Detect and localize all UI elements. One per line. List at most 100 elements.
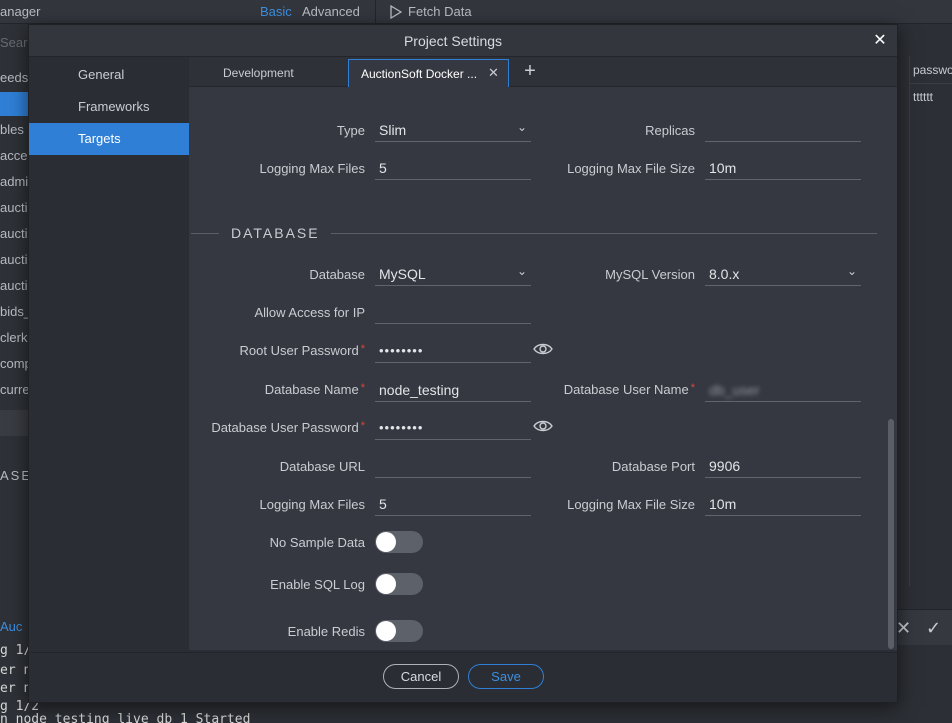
root-user-password-input[interactable]: •••••••• [375, 337, 531, 363]
nav-item-targets[interactable]: Targets [29, 123, 189, 155]
type-label: Type [336, 123, 365, 138]
root-user-password-label: Root User Password * [240, 343, 366, 358]
bg-sidebar-item[interactable]: clerk [0, 330, 27, 345]
enable-sql-log-label: Enable SQL Log [270, 577, 365, 592]
toggle-knob [376, 574, 396, 594]
required-marker: * [360, 382, 365, 394]
bg-sidebar-item[interactable]: aucti [0, 278, 27, 293]
database-user-name-input[interactable]: db_user [705, 376, 861, 402]
database-user-password-input[interactable]: •••••••• [375, 414, 531, 440]
database-user-name-label: Database User Name * [564, 382, 695, 397]
required-marker: * [360, 420, 365, 432]
enable-redis-toggle[interactable] [375, 620, 423, 642]
no-sample-data-label: No Sample Data [269, 535, 365, 550]
logging-max-files-input[interactable]: 5 [375, 154, 531, 180]
fetch-data-label: Fetch Data [408, 4, 472, 19]
db-logging-max-file-size-input[interactable]: 10m [705, 490, 861, 516]
mode-basic-tab[interactable]: Basic [260, 4, 292, 19]
toggle-knob [376, 532, 396, 552]
db-logging-max-file-size-label: Logging Max File Size [567, 497, 695, 512]
toolbar-divider [375, 0, 376, 24]
database-url-label: Database URL [279, 459, 365, 474]
section-divider [331, 233, 877, 234]
db-logging-max-files-label: Logging Max Files [259, 497, 366, 512]
section-divider [191, 233, 219, 234]
eye-icon[interactable] [533, 419, 553, 433]
app-title: anager [0, 4, 41, 19]
database-name-input[interactable]: node_testing [375, 376, 531, 402]
no-sample-data-toggle[interactable] [375, 531, 423, 553]
discard-icon[interactable]: ✕ [896, 618, 911, 639]
database-name-label: Database Name * [265, 382, 365, 397]
fetch-data-button[interactable]: Fetch Data [390, 4, 472, 19]
bg-sidebar-item[interactable]: aucti [0, 226, 27, 241]
bg-sidebar-item[interactable]: aucti [0, 200, 27, 215]
cancel-button[interactable]: Cancel [383, 664, 459, 689]
save-button[interactable]: Save [468, 664, 544, 689]
dialog-title: Project Settings [403, 33, 503, 49]
database-section-header: DATABASE [189, 223, 897, 241]
dialog-footer: Cancel Save [29, 652, 897, 702]
enable-sql-log-toggle[interactable] [375, 573, 423, 595]
tab-label: Development [223, 66, 294, 80]
play-icon [390, 4, 402, 19]
db-logging-max-files-input[interactable]: 5 [375, 490, 531, 516]
close-icon[interactable]: ✕ [871, 30, 889, 50]
bg-data-grid: passwo tttttt [909, 56, 952, 586]
database-port-input[interactable]: 9906 [705, 452, 861, 478]
required-marker: * [690, 382, 695, 394]
bg-grid-header: passwo [910, 56, 952, 84]
tab-close-icon[interactable]: ✕ [488, 65, 499, 81]
type-select[interactable]: Slim ⌄ [375, 116, 531, 142]
database-select[interactable]: MySQL ⌄ [375, 260, 531, 286]
bg-sidebar-item[interactable]: aucti [0, 252, 27, 267]
nav-item-general[interactable]: General [29, 59, 189, 91]
logging-max-file-size-input[interactable]: 10m [705, 154, 861, 180]
database-user-password-label-text: Database User Password [211, 420, 359, 435]
nav-item-frameworks[interactable]: Frameworks [29, 91, 189, 123]
database-port-label: Database Port [611, 459, 695, 474]
app-toolbar: anager Basic Advanced Fetch Data [0, 0, 952, 24]
chevron-down-icon: ⌄ [516, 264, 527, 278]
bg-console-line: g 1/ [0, 643, 32, 658]
tab-auctionsoft-docker[interactable]: AuctionSoft Docker ... ✕ [348, 59, 509, 87]
database-user-password-label: Database User Password * [211, 420, 365, 435]
bg-sidebar-item[interactable]: curre [0, 382, 30, 397]
toggle-knob [376, 621, 396, 641]
replicas-input[interactable] [705, 116, 861, 142]
enable-redis-label: Enable Redis [287, 624, 365, 639]
database-user-name-value: db_user [709, 382, 760, 398]
required-marker: * [360, 343, 365, 355]
bg-sidebar-item[interactable]: eeds [0, 70, 28, 85]
allow-access-ip-input[interactable] [375, 298, 531, 324]
tab-label: AuctionSoft Docker ... [361, 67, 478, 81]
database-url-input[interactable] [375, 452, 531, 478]
bg-sidebar-active-item[interactable] [0, 92, 28, 116]
content-scrollbar[interactable] [888, 419, 894, 649]
add-tab-icon[interactable]: + [520, 60, 540, 82]
mysql-version-label: MySQL Version [605, 267, 695, 282]
apply-icon[interactable]: ✓ [926, 618, 941, 639]
bg-grid-cell[interactable]: tttttt [913, 90, 933, 104]
database-section-title: DATABASE [231, 225, 320, 241]
project-settings-dialog: Project Settings ✕ General Frameworks Ta… [28, 24, 898, 703]
database-name-label-text: Database Name [264, 382, 359, 397]
bg-console-line: er n [0, 681, 32, 696]
replicas-label: Replicas [645, 123, 695, 138]
bg-sidebar-item[interactable]: bles [0, 122, 24, 137]
type-value: Slim [379, 122, 407, 138]
mode-advanced-tab[interactable]: Advanced [302, 4, 360, 19]
settings-nav: General Frameworks Targets [29, 57, 189, 652]
bg-console-line: n node_testing live_db_1 Started [0, 712, 251, 723]
bg-sidebar-item[interactable]: bids_ [0, 304, 31, 319]
mysql-version-value: 8.0.x [709, 266, 740, 282]
bg-console-link[interactable]: Auc [0, 619, 22, 634]
bg-console-line: er n [0, 663, 32, 678]
eye-icon[interactable] [533, 342, 553, 356]
tab-development[interactable]: Development [189, 59, 347, 87]
bg-sidebar-item[interactable]: admi [0, 174, 28, 189]
chevron-down-icon: ⌄ [516, 120, 527, 134]
database-user-name-label-text: Database User Name [563, 382, 689, 397]
database-label: Database [309, 267, 365, 282]
mysql-version-select[interactable]: 8.0.x ⌄ [705, 260, 861, 286]
